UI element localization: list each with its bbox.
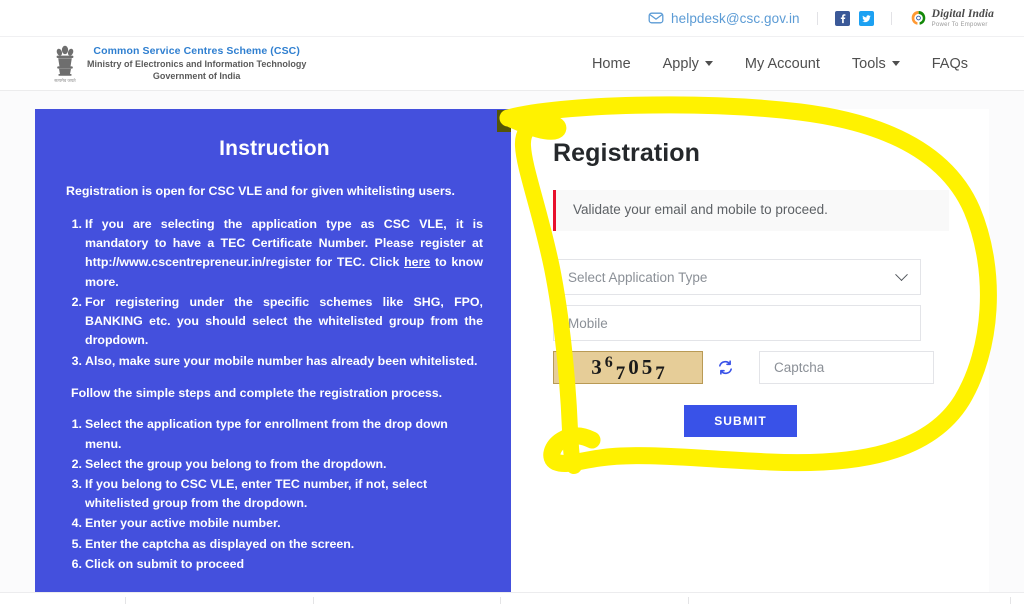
footer-divider xyxy=(125,597,126,604)
instruction-point: If you are selecting the application typ… xyxy=(66,215,483,292)
nav-item-tools[interactable]: Tools xyxy=(836,50,916,78)
chevron-down-icon xyxy=(891,61,900,66)
instruction-step: Select the application type for enrollme… xyxy=(66,415,448,451)
nav-label: Apply xyxy=(662,55,699,72)
helpdesk-email-group[interactable]: helpdesk@csc.gov.in xyxy=(648,10,800,26)
registration-panel: Registration Validate your email and mob… xyxy=(511,109,989,592)
instruction-step: Enter your active mobile number. xyxy=(66,514,281,533)
nav-item-home[interactable]: Home xyxy=(576,50,647,78)
instruction-title: Instruction xyxy=(219,137,330,160)
site-header: सत्यमेव जयते Common Service Centres Sche… xyxy=(0,36,1024,91)
footer-strip xyxy=(0,592,1024,604)
captcha-digit: 7 xyxy=(655,362,665,384)
instruction-step: Select the group you belong to from the … xyxy=(66,455,387,474)
captcha-image: 3 6 7 0 5 7 xyxy=(553,351,703,384)
application-type-select[interactable]: Select Application Type xyxy=(553,259,921,295)
divider xyxy=(816,11,818,25)
facebook-icon[interactable] xyxy=(834,10,850,26)
footer-divider xyxy=(500,597,501,604)
mobile-input[interactable]: Mobile xyxy=(553,305,921,341)
nav-label: Tools xyxy=(851,55,886,72)
india-emblem-icon: सत्यमेव जयते xyxy=(52,43,78,85)
captcha-digit: 5 xyxy=(641,355,653,379)
twitter-icon[interactable] xyxy=(858,10,874,26)
instruction-point: Also, make sure your mobile number has a… xyxy=(66,352,478,371)
nav-item-apply[interactable]: Apply xyxy=(647,50,729,78)
chevron-down-icon xyxy=(895,267,908,281)
instruction-step: Click on submit to proceed xyxy=(66,555,245,574)
annotation-overlap-patch xyxy=(497,110,511,132)
submit-button[interactable]: SUBMIT xyxy=(684,405,797,437)
instruction-panel: Instruction Registration is open for CSC… xyxy=(35,109,511,592)
brand-line-scheme: Common Service Centres Scheme (CSC) xyxy=(93,44,300,57)
footer-divider xyxy=(688,597,689,604)
captcha-placeholder: Captcha xyxy=(774,360,825,375)
chevron-down-icon xyxy=(704,61,713,66)
digital-india-icon xyxy=(909,9,928,28)
page-root: helpdesk@csc.gov.in Digital India Power … xyxy=(0,0,1024,604)
instruction-point: For registering under the specific schem… xyxy=(66,293,483,348)
brand-line-ministry: Ministry of Electronics and Information … xyxy=(87,58,307,69)
instruction-steps-list: Select the application type for enrollme… xyxy=(66,415,483,574)
refresh-icon[interactable] xyxy=(716,359,734,377)
digital-india-logo: Digital India Power To Empower xyxy=(909,7,994,28)
instruction-step: Enter the captcha as displayed on the sc… xyxy=(66,535,355,554)
nav-item-faqs[interactable]: FAQs xyxy=(916,50,984,78)
validation-alert: Validate your email and mobile to procee… xyxy=(553,190,949,231)
nav-label: My Account xyxy=(744,55,820,72)
mobile-placeholder: Mobile xyxy=(568,315,608,331)
captcha-digit: 3 xyxy=(591,355,602,379)
captcha-digit: 6 xyxy=(604,353,613,371)
footer-divider xyxy=(1010,597,1011,604)
alert-message: Validate your email and mobile to procee… xyxy=(573,202,828,217)
page-title: Registration xyxy=(553,139,701,167)
digital-india-tagline: Power To Empower xyxy=(931,21,988,28)
top-utility-bar: helpdesk@csc.gov.in Digital India Power … xyxy=(0,0,1024,36)
envelope-icon xyxy=(648,10,664,26)
instruction-points-list: If you are selecting the application typ… xyxy=(66,215,483,371)
captcha-digit: 0 xyxy=(628,355,639,379)
instruction-lead: Registration is open for CSC VLE and for… xyxy=(66,184,455,198)
digital-india-title: Digital India xyxy=(931,7,994,20)
captcha-digit: 7 xyxy=(615,362,626,384)
tec-here-link[interactable]: here xyxy=(404,255,430,269)
footer-divider xyxy=(313,597,314,604)
main-navigation: Home Apply My Account Tools FAQs xyxy=(576,50,984,78)
nav-item-my-account[interactable]: My Account xyxy=(729,50,836,78)
nav-label: FAQs xyxy=(931,55,968,72)
divider xyxy=(890,11,892,25)
nav-label: Home xyxy=(591,55,631,72)
helpdesk-email-link[interactable]: helpdesk@csc.gov.in xyxy=(671,11,800,26)
svg-text:सत्यमेव जयते: सत्यमेव जयते xyxy=(54,78,76,83)
instruction-middle-text: Follow the simple steps and complete the… xyxy=(71,385,443,400)
brand-block[interactable]: सत्यमेव जयते Common Service Centres Sche… xyxy=(52,43,306,85)
captcha-input[interactable]: Captcha xyxy=(759,351,934,384)
instruction-step: If you belong to CSC VLE, enter TEC numb… xyxy=(66,475,428,511)
brand-line-government: Government of India xyxy=(152,70,241,81)
captcha-row: 3 6 7 0 5 7 Captcha xyxy=(553,351,949,384)
application-type-value: Select Application Type xyxy=(568,269,708,285)
